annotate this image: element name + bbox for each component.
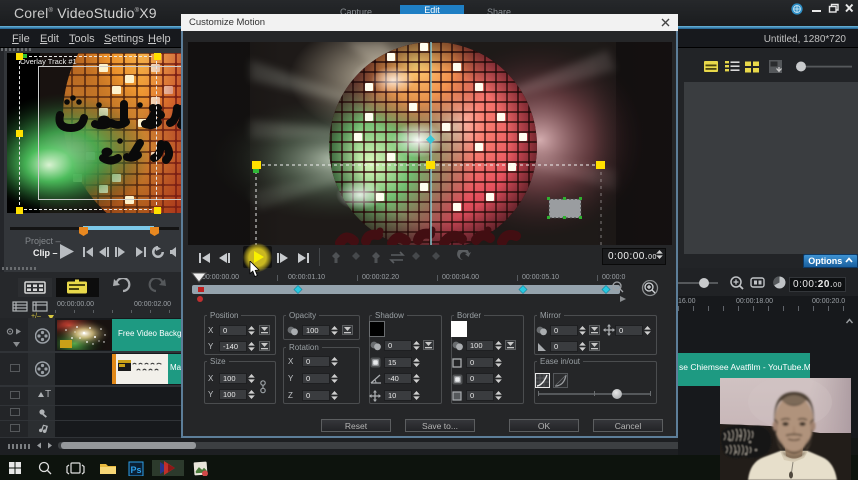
svg-text:Ps: Ps — [130, 465, 141, 475]
